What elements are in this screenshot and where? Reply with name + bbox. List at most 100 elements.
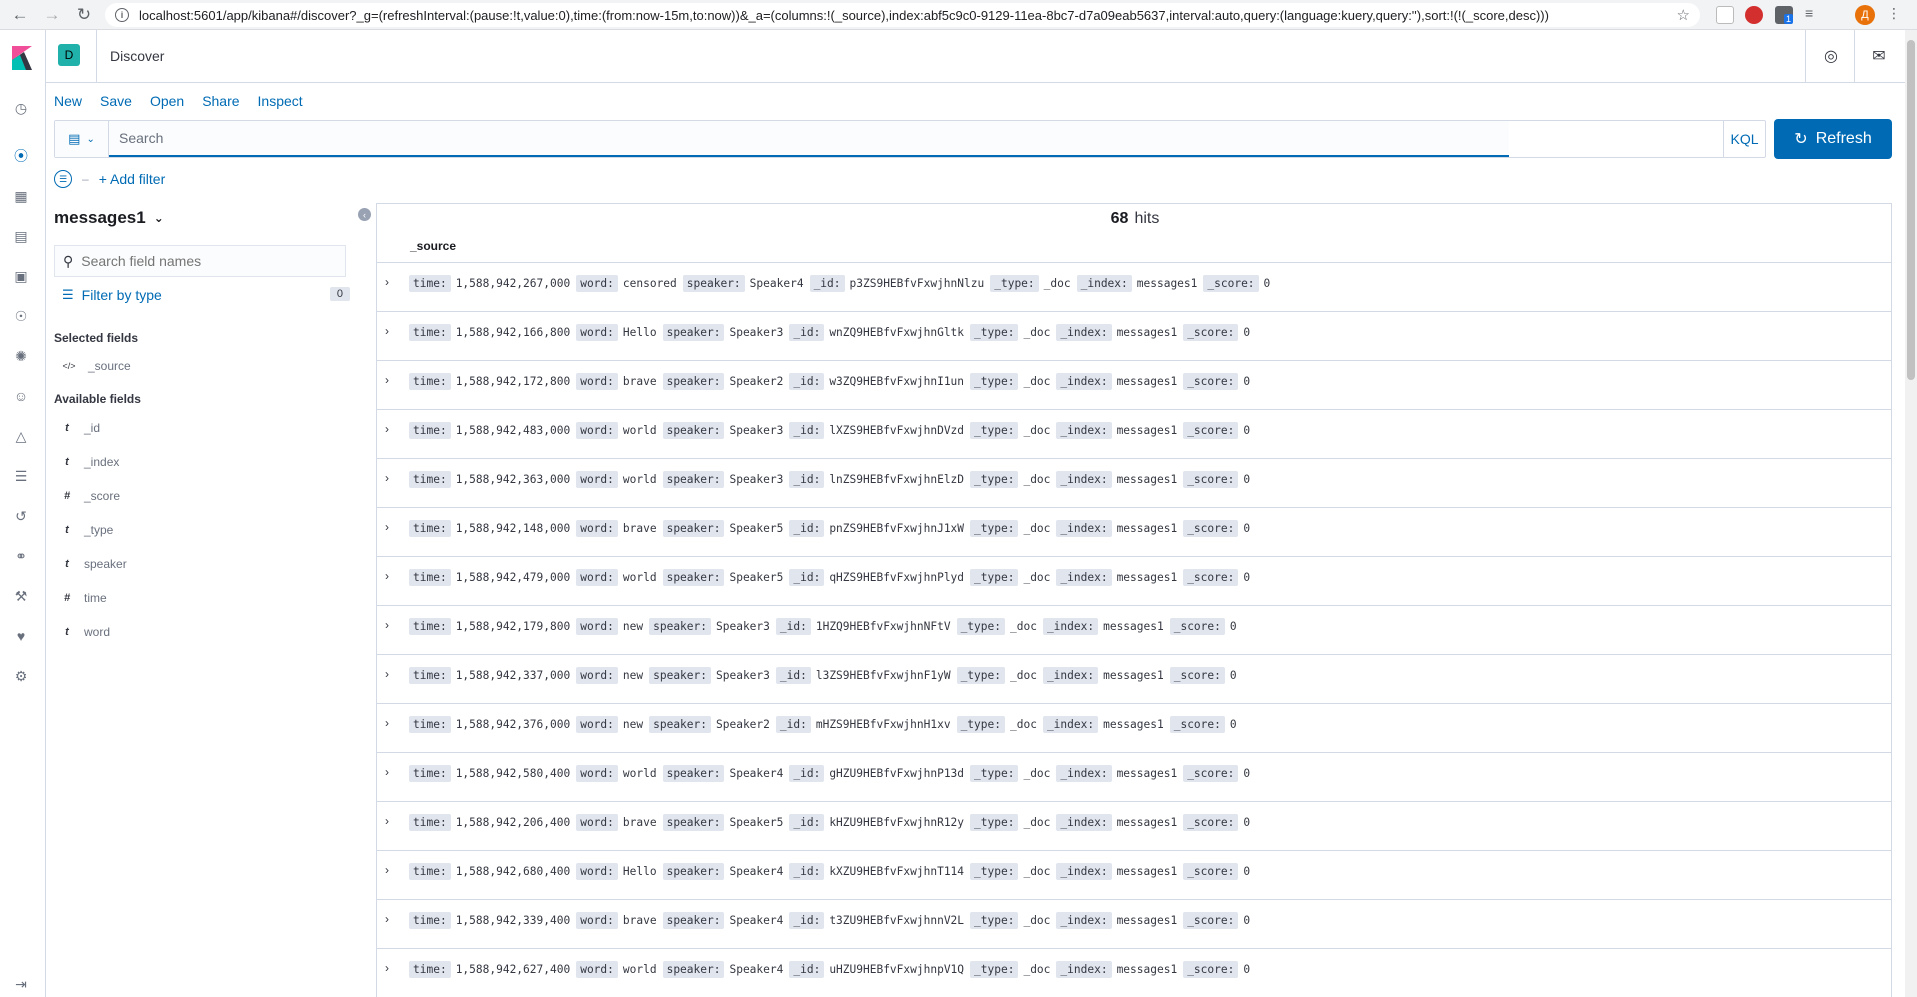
column-header-source[interactable]: _source <box>410 239 456 253</box>
back-icon[interactable]: ← <box>8 3 32 27</box>
expand-row-icon[interactable]: › <box>385 275 389 289</box>
table-row[interactable]: › time: 1,588,942,376,000 word: new speaker: S… <box>377 703 1891 752</box>
page-scrollbar[interactable] <box>1905 30 1917 997</box>
field-item-time[interactable]: # time <box>62 591 107 605</box>
expand-row-icon[interactable]: › <box>385 422 389 436</box>
field-value: 0 <box>1243 963 1251 976</box>
visualize-icon[interactable]: ▦ <box>12 187 30 205</box>
reload-icon[interactable]: ↻ <box>72 3 96 27</box>
address-bar[interactable]: i localhost:5601/app/kibana#/discover?_g… <box>105 3 1700 27</box>
field-item-word[interactable]: t word <box>62 625 110 639</box>
profile-avatar[interactable]: Д <box>1855 5 1875 25</box>
dashboard-icon[interactable]: ▤ <box>12 227 30 245</box>
field-item-type[interactable]: t _type <box>62 523 113 537</box>
query-language-button[interactable]: KQL <box>1723 121 1765 157</box>
new-button[interactable]: New <box>54 93 82 109</box>
help-icon[interactable]: ◎ <box>1822 47 1840 65</box>
dev-tools-icon[interactable]: ⚒ <box>12 587 30 605</box>
siem-icon[interactable]: ⚭ <box>12 547 30 565</box>
space-avatar[interactable]: D <box>58 44 80 66</box>
forward-icon[interactable]: → <box>40 3 64 27</box>
collapse-sidebar-icon[interactable]: ‹ <box>358 208 371 221</box>
table-row[interactable]: › time: 1,588,942,363,000 word: world speaker… <box>377 458 1891 507</box>
table-row[interactable]: › time: 1,588,942,680,400 word: Hello speaker… <box>377 850 1891 899</box>
expand-row-icon[interactable]: › <box>385 716 389 730</box>
collapse-nav-icon[interactable]: ⇥ <box>12 975 30 993</box>
table-row[interactable]: › time: 1,588,942,148,000 word: brave speaker… <box>377 507 1891 556</box>
save-button[interactable]: Save <box>100 93 132 109</box>
table-row[interactable]: › time: 1,588,942,580,400 word: world speaker… <box>377 752 1891 801</box>
monitoring-icon[interactable]: ♥ <box>12 627 30 645</box>
field-item-speaker[interactable]: t speaker <box>62 557 127 571</box>
field-key: _id: <box>775 716 811 733</box>
inspect-button[interactable]: Inspect <box>258 93 303 109</box>
discover-compass-icon[interactable]: ⦿ <box>12 147 30 165</box>
expand-row-icon[interactable]: › <box>385 961 389 975</box>
url-text[interactable]: localhost:5601/app/kibana#/discover?_g=(… <box>139 8 1679 23</box>
table-row[interactable]: › time: 1,588,942,337,000 word: new speaker: S… <box>377 654 1891 703</box>
recent-clock-icon[interactable]: ◷ <box>12 99 30 117</box>
expand-row-icon[interactable]: › <box>385 667 389 681</box>
field-pair-type: _type: _doc <box>970 373 1050 390</box>
mail-icon[interactable]: ✉ <box>1870 47 1888 65</box>
expand-row-icon[interactable]: › <box>385 618 389 632</box>
table-row[interactable]: › time: 1,588,942,483,000 word: world speaker… <box>377 409 1891 458</box>
open-button[interactable]: Open <box>150 93 184 109</box>
share-button[interactable]: Share <box>202 93 239 109</box>
table-row[interactable]: › time: 1,588,942,206,400 word: brave speaker… <box>377 801 1891 850</box>
field-pair-type: _type: _doc <box>956 667 1037 684</box>
management-gear-icon[interactable]: ⚙ <box>12 667 30 685</box>
bookmark-star-icon[interactable]: ☆ <box>1677 6 1690 24</box>
table-row[interactable]: › time: 1,588,942,166,800 word: Hello speaker… <box>377 311 1891 360</box>
field-item-score[interactable]: # _score <box>62 489 120 503</box>
table-row[interactable]: › time: 1,588,942,339,400 word: brave speaker… <box>377 899 1891 948</box>
uptime-icon[interactable]: ↺ <box>12 507 30 525</box>
kibana-logo-icon[interactable] <box>12 46 32 70</box>
expand-row-icon[interactable]: › <box>385 765 389 779</box>
apm-icon[interactable]: ☰ <box>12 467 30 485</box>
extension-icon[interactable] <box>1716 6 1734 24</box>
table-row[interactable]: › time: 1,588,942,179,800 word: new speaker: S… <box>377 605 1891 654</box>
field-key: _score: <box>1183 765 1239 782</box>
expand-row-icon[interactable]: › <box>385 373 389 387</box>
maps-icon[interactable]: ☉ <box>12 307 30 325</box>
ml-icon[interactable]: ✺ <box>12 347 30 365</box>
field-search-box[interactable]: ⚲ <box>54 245 346 277</box>
playlist-icon[interactable]: ≡ <box>1805 5 1823 23</box>
extension-badge-icon[interactable]: 1 <box>1775 6 1793 24</box>
field-item-source[interactable]: </> _source <box>62 359 130 373</box>
filter-by-type-button[interactable]: ☰ Filter by type 0 <box>62 287 350 303</box>
expand-row-icon[interactable]: › <box>385 814 389 828</box>
expand-row-icon[interactable]: › <box>385 520 389 534</box>
expand-row-icon[interactable]: › <box>385 569 389 583</box>
field-pair-index: _index: messages1 <box>1042 667 1164 684</box>
scrollbar-thumb[interactable] <box>1907 40 1915 380</box>
filter-icon[interactable]: ☰ <box>54 170 72 188</box>
add-filter-button[interactable]: + Add filter <box>99 171 166 187</box>
expand-row-icon[interactable]: › <box>385 471 389 485</box>
refresh-button[interactable]: ↻ Refresh <box>1774 119 1892 159</box>
field-item-id[interactable]: t _id <box>62 421 100 435</box>
search-input[interactable] <box>109 121 1509 157</box>
page-title[interactable]: Discover <box>110 48 164 64</box>
saved-query-button[interactable]: ▤ ⌄ <box>55 121 109 157</box>
index-pattern-selector[interactable]: messages1 ⌄ <box>54 208 164 228</box>
field-value: messages1 <box>1116 424 1178 437</box>
users-icon[interactable]: ☺ <box>12 387 30 405</box>
info-icon[interactable]: i <box>115 8 129 22</box>
table-row[interactable]: › time: 1,588,942,172,800 word: brave speaker… <box>377 360 1891 409</box>
logs-icon[interactable]: △ <box>12 427 30 445</box>
opera-icon[interactable] <box>1745 6 1763 24</box>
table-row[interactable]: › time: 1,588,942,627,400 word: world speaker… <box>377 948 1891 997</box>
field-value: _doc <box>1023 963 1051 976</box>
field-item-index[interactable]: t _index <box>62 455 119 469</box>
table-row[interactable]: › time: 1,588,942,479,000 word: world speaker… <box>377 556 1891 605</box>
expand-row-icon[interactable]: › <box>385 324 389 338</box>
canvas-icon[interactable]: ▣ <box>12 267 30 285</box>
menu-icon[interactable]: ⋮ <box>1887 5 1905 23</box>
field-value: 1,588,942,479,000 <box>455 571 571 584</box>
expand-row-icon[interactable]: › <box>385 863 389 877</box>
table-row[interactable]: › time: 1,588,942,267,000 word: censored spea… <box>377 262 1891 311</box>
field-search-input[interactable] <box>81 253 332 269</box>
expand-row-icon[interactable]: › <box>385 912 389 926</box>
